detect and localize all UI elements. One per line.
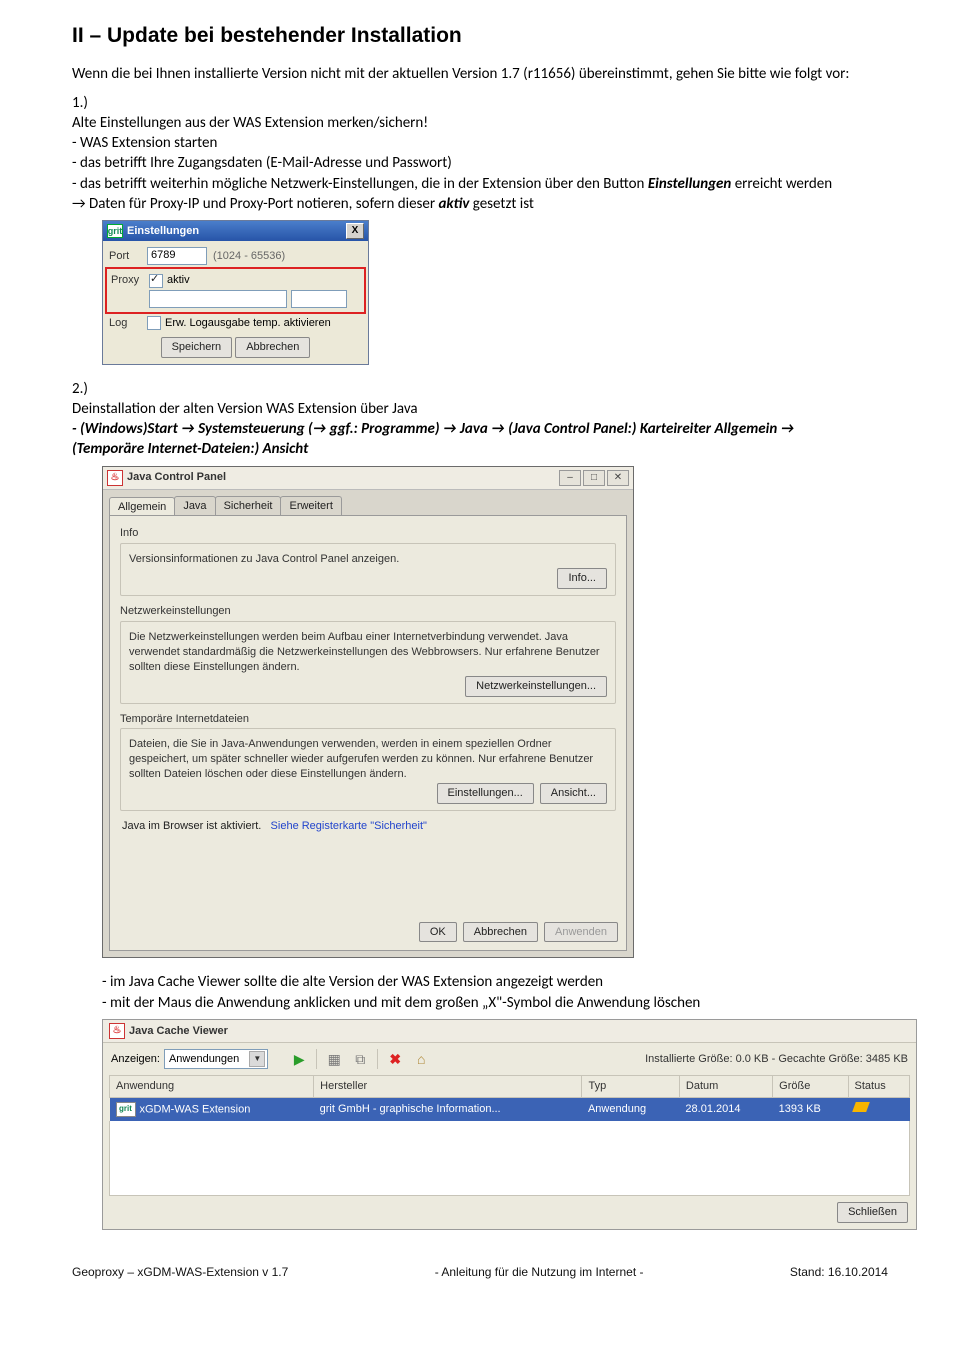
body-text: → Daten für Proxy-IP und Proxy-Port noti… (72, 194, 858, 214)
body-text: - das betrifft Ihre Zugangsdaten (E-Mail… (72, 153, 858, 173)
body-text: - mit der Maus die Anwendung anklicken u… (102, 993, 888, 1013)
footer-left: Geoproxy – xGDM-WAS-Extension v 1.7 (72, 1264, 288, 1280)
cell-type: Anwendung (582, 1097, 679, 1121)
port-input[interactable]: 6789 (147, 247, 207, 265)
port-hint: (1024 - 65536) (213, 249, 285, 264)
tempfiles-group: Dateien, die Sie in Java-Anwendungen ver… (120, 728, 616, 811)
body-text: - WAS Extension starten (72, 133, 858, 153)
minimize-icon[interactable]: – (559, 470, 581, 486)
col-status[interactable]: Status (848, 1075, 909, 1097)
network-group: Die Netzwerkeinstellungen werden beim Au… (120, 621, 616, 704)
java-control-panel: ♨ Java Control Panel – □ ✕ Allgemein Jav… (102, 466, 634, 959)
cache-status: Installierte Größe: 0.0 KB - Gecachte Gr… (645, 1052, 908, 1067)
dialog-title: Einstellungen (127, 224, 346, 239)
save-button[interactable]: Speichern (161, 337, 233, 358)
col-size[interactable]: Größe (773, 1075, 848, 1097)
java-icon: ♨ (109, 1023, 125, 1039)
cancel-button[interactable]: Abbrechen (235, 337, 310, 358)
cell-size: 1393 KB (773, 1097, 848, 1121)
body-text: - das betrifft weiterhin mögliche Netzwe… (72, 174, 858, 194)
ok-button[interactable]: OK (419, 922, 457, 943)
security-tab-link[interactable]: Siehe Registerkarte "Sicherheit" (271, 820, 427, 832)
group-title: Temporäre Internetdateien (120, 712, 616, 727)
page-title: II – Update bei bestehender Installation (72, 22, 888, 50)
show-label: Anzeigen: (111, 1052, 160, 1067)
log-checkbox-label: Erw. Logausgabe temp. aktivieren (165, 316, 331, 331)
item-marker: 1.) (72, 93, 102, 113)
highlight-box: Proxy aktiv (105, 267, 366, 314)
col-vendor[interactable]: Hersteller (314, 1075, 582, 1097)
proxy-label: Proxy (111, 273, 149, 288)
network-settings-button[interactable]: Netzwerkeinstellungen... (465, 676, 607, 697)
col-type[interactable]: Typ (582, 1075, 679, 1097)
table-empty-area (109, 1121, 910, 1196)
body-text: - im Java Cache Viewer sollte die alte V… (102, 972, 888, 992)
proxy-ip-input[interactable] (149, 290, 287, 308)
col-app[interactable]: Anwendung (110, 1075, 314, 1097)
status-icon (854, 1102, 868, 1117)
tab-erweitert[interactable]: Erweitert (280, 496, 341, 516)
window-title: Java Cache Viewer (129, 1024, 228, 1039)
cell-app: xGDM-WAS Extension (140, 1103, 251, 1115)
group-desc: Die Netzwerkeinstellungen werden beim Au… (129, 630, 607, 675)
close-icon[interactable]: X (346, 223, 364, 239)
item-title: Deinstallation der alten Version WAS Ext… (72, 400, 418, 418)
table-row[interactable]: grit xGDM-WAS Extension grit GmbH - graph… (110, 1097, 910, 1121)
cell-vendor: grit GmbH - graphische Information... (314, 1097, 582, 1121)
settings-button[interactable]: Einstellungen... (437, 783, 534, 804)
close-icon[interactable]: ✕ (607, 470, 629, 486)
run-icon[interactable]: ▶ (289, 1049, 309, 1069)
cell-date: 28.01.2014 (679, 1097, 772, 1121)
intro-text: Wenn die bei Ihnen installierte Version … (72, 64, 888, 84)
view-button[interactable]: Ansicht... (540, 783, 607, 804)
page-footer: Geoproxy – xGDM-WAS-Extension v 1.7 - An… (72, 1264, 888, 1280)
proxy-port-input[interactable] (291, 290, 347, 308)
body-text: - (Windows)Start → Systemsteuerung (→ gg… (72, 419, 858, 460)
shortcut-icon[interactable]: ⧉ (350, 1049, 370, 1069)
app-icon: grit (107, 224, 123, 238)
footer-right: Stand: 16.10.2014 (790, 1264, 888, 1280)
col-date[interactable]: Datum (679, 1075, 772, 1097)
java-icon: ♨ (107, 470, 123, 486)
delete-icon[interactable]: ✖ (385, 1049, 405, 1069)
info-button[interactable]: Info... (557, 568, 607, 589)
group-title: Info (120, 526, 616, 541)
home-icon[interactable]: ⌂ (411, 1049, 431, 1069)
proxy-active-checkbox[interactable] (149, 274, 163, 288)
group-desc: Versionsinformationen zu Java Control Pa… (129, 552, 607, 567)
list-item: 2.) Deinstallation der alten Version WAS… (72, 379, 888, 460)
proxy-checkbox-label: aktiv (167, 273, 190, 288)
cell-status (848, 1097, 909, 1121)
tab-java[interactable]: Java (174, 496, 215, 516)
group-title: Netzwerkeinstellungen (120, 604, 616, 619)
tab-allgemein[interactable]: Allgemein (109, 497, 175, 517)
log-label: Log (109, 316, 147, 331)
einstellungen-dialog: grit Einstellungen X Port 6789 (1024 - 6… (102, 220, 369, 365)
maximize-icon[interactable]: □ (583, 470, 605, 486)
close-button[interactable]: Schließen (837, 1202, 908, 1223)
log-checkbox[interactable] (147, 316, 161, 330)
resource-icon[interactable]: ▦ (324, 1049, 344, 1069)
tab-sicherheit[interactable]: Sicherheit (215, 496, 282, 516)
list-item: 1.) Alte Einstellungen aus der WAS Exten… (72, 93, 888, 215)
window-title: Java Control Panel (127, 470, 557, 485)
browser-status: Java im Browser ist aktiviert. Siehe Reg… (122, 819, 614, 834)
group-desc: Dateien, die Sie in Java-Anwendungen ver… (129, 737, 607, 782)
java-cache-viewer: ♨ Java Cache Viewer Anzeigen: Anwendunge… (102, 1019, 917, 1230)
apply-button[interactable]: Anwenden (544, 922, 618, 943)
item-marker: 2.) (72, 379, 102, 399)
item-title: Alte Einstellungen aus der WAS Extension… (72, 114, 428, 132)
footer-mid: - Anleitung für die Nutzung im Internet … (435, 1264, 644, 1280)
info-group: Versionsinformationen zu Java Control Pa… (120, 543, 616, 596)
show-select[interactable]: Anwendungen (164, 1049, 268, 1069)
port-label: Port (109, 249, 147, 264)
cache-table: Anwendung Hersteller Typ Datum Größe Sta… (109, 1075, 910, 1121)
app-icon: grit (116, 1102, 136, 1117)
cancel-button[interactable]: Abbrechen (463, 922, 538, 943)
